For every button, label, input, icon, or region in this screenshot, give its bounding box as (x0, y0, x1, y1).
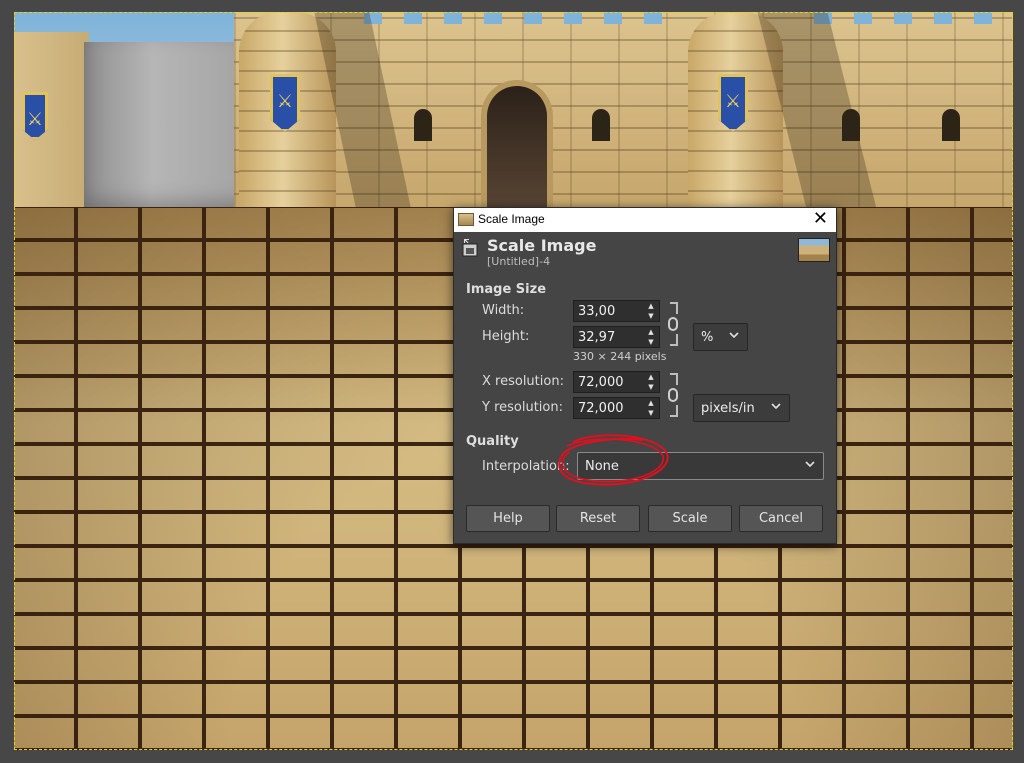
width-label: Width: (482, 303, 525, 318)
spin-arrows[interactable]: ▲ ▼ (645, 372, 657, 392)
spin-up-icon[interactable]: ▲ (645, 372, 657, 382)
image-size-heading: Image Size (466, 282, 547, 297)
reset-button[interactable]: Reset (556, 505, 640, 532)
resolution-unit-value: pixels/in (701, 401, 755, 416)
image-preview-thumbnail (798, 238, 830, 262)
y-resolution-value[interactable]: 72,000 (578, 401, 624, 416)
interpolation-label: Interpolation: (482, 459, 570, 474)
height-value[interactable]: 32,97 (578, 330, 615, 345)
spin-arrows[interactable]: ▲ ▼ (645, 327, 657, 347)
chevron-down-icon (805, 461, 815, 468)
size-unit-dropdown[interactable]: % (693, 323, 748, 351)
quality-heading: Quality (466, 434, 519, 449)
y-resolution-label: Y resolution: (482, 400, 563, 415)
crenel-gap (524, 12, 542, 24)
castle-window (414, 109, 432, 141)
dialog-header: Scale Image [Untitled]-4 (454, 232, 836, 272)
spin-arrows[interactable]: ▲ ▼ (645, 398, 657, 418)
crenel-gap (484, 12, 502, 24)
height-spinbox[interactable]: 32,97 ▲ ▼ (573, 326, 660, 348)
y-resolution-spinbox[interactable]: 72,000 ▲ ▼ (573, 397, 660, 419)
spin-arrows[interactable]: ▲ ▼ (645, 301, 657, 321)
crenel-gap (644, 12, 662, 24)
crenel-gap (404, 12, 422, 24)
pixel-size-hint: 330 × 244 pixels (573, 350, 667, 363)
scale-image-icon (462, 239, 478, 257)
x-resolution-spinbox[interactable]: 72,000 ▲ ▼ (573, 371, 660, 393)
image-thumbnail-icon (458, 213, 474, 226)
x-resolution-label: X resolution: (482, 374, 564, 389)
crenel-gap (894, 12, 912, 24)
crenel-gap (444, 12, 462, 24)
crenel-gap (564, 12, 582, 24)
spin-down-icon[interactable]: ▼ (645, 311, 657, 321)
spin-down-icon[interactable]: ▼ (645, 408, 657, 418)
width-value[interactable]: 33,00 (578, 304, 615, 319)
crenel-gap (854, 12, 872, 24)
size-unit-value: % (701, 330, 714, 345)
dialog-title: Scale Image (478, 212, 545, 226)
x-resolution-value[interactable]: 72,000 (578, 375, 624, 390)
chain-link-icon[interactable] (668, 373, 680, 417)
resolution-unit-dropdown[interactable]: pixels/in (693, 394, 790, 422)
back-wall (84, 42, 254, 212)
crenel-gap (604, 12, 622, 24)
close-icon[interactable]: ✕ (813, 209, 828, 229)
spin-down-icon[interactable]: ▼ (645, 337, 657, 347)
height-label: Height: (482, 329, 530, 344)
scale-button[interactable]: Scale (648, 505, 732, 532)
scale-image-dialog[interactable]: Scale Image ✕ Scale Image [Untitled]-4 I… (453, 207, 837, 544)
castle-window (842, 109, 860, 141)
spin-up-icon[interactable]: ▲ (645, 301, 657, 311)
interpolation-value: None (585, 459, 619, 474)
crenel-gap (974, 12, 992, 24)
chevron-down-icon (729, 332, 739, 339)
crenel-gap (934, 12, 952, 24)
castle-window (592, 109, 610, 141)
help-button[interactable]: Help (466, 505, 550, 532)
spin-up-icon[interactable]: ▲ (645, 398, 657, 408)
castle-door (481, 80, 553, 215)
interpolation-dropdown[interactable]: None (577, 452, 824, 480)
image-name: [Untitled]-4 (487, 255, 551, 268)
chevron-down-icon (771, 403, 781, 410)
dialog-titlebar[interactable]: Scale Image ✕ (454, 208, 836, 232)
width-spinbox[interactable]: 33,00 ▲ ▼ (573, 300, 660, 322)
cancel-button[interactable]: Cancel (739, 505, 823, 532)
spin-down-icon[interactable]: ▼ (645, 382, 657, 392)
chain-link-icon[interactable] (668, 302, 680, 346)
spin-up-icon[interactable]: ▲ (645, 327, 657, 337)
castle-window (942, 109, 960, 141)
header-title: Scale Image (487, 236, 597, 255)
